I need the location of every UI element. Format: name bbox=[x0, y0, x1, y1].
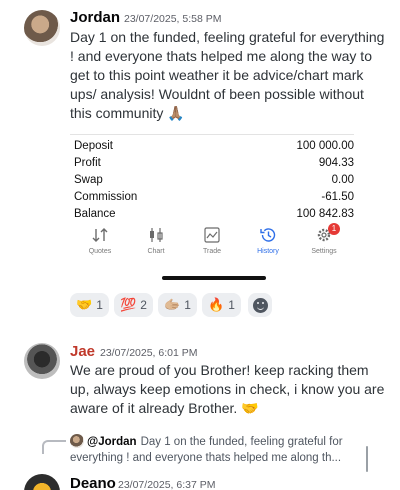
tab-chart: Chart bbox=[128, 226, 184, 255]
author-name[interactable]: Jordan bbox=[70, 9, 120, 26]
avatar[interactable] bbox=[24, 343, 60, 379]
scrollbar-thumb[interactable] bbox=[366, 446, 368, 472]
tab-label: Trade bbox=[202, 248, 222, 255]
reply-mention[interactable]: @Jordan bbox=[87, 436, 137, 448]
row-label: Balance bbox=[74, 208, 116, 220]
notification-badge: 1 bbox=[328, 223, 340, 235]
row-value: 904.33 bbox=[318, 157, 354, 169]
trade-chart-icon bbox=[204, 227, 220, 243]
reply-connector bbox=[42, 440, 66, 454]
handshake-emoji: 🤝 bbox=[76, 297, 93, 312]
divider bbox=[70, 134, 354, 135]
row-label: Commission bbox=[74, 191, 138, 203]
avatar[interactable] bbox=[24, 474, 60, 490]
image-attachment[interactable]: Deposit 100 000.00 Profit 904.33 Swap 0.… bbox=[70, 126, 354, 288]
row-value: -61.50 bbox=[321, 191, 354, 203]
fire-emoji: 🔥 bbox=[208, 297, 225, 312]
summary-row: Deposit 100 000.00 bbox=[74, 140, 354, 157]
tab-settings: 1 Settings bbox=[296, 223, 352, 255]
timestamp: 23/07/2025, 6:01 PM bbox=[100, 347, 198, 359]
row-label: Deposit bbox=[74, 140, 113, 152]
tab-trade: Trade bbox=[184, 226, 240, 255]
tab-label: Quotes bbox=[88, 248, 112, 255]
reaction-count: 1 bbox=[184, 298, 191, 312]
reply-preview[interactable]: @Jordan Day 1 on the funded, feeling grat… bbox=[70, 434, 370, 466]
tab-label: History bbox=[257, 248, 279, 255]
row-value: 100 842.83 bbox=[296, 208, 354, 220]
reaction-handshake[interactable]: 🤝 1 bbox=[70, 293, 109, 317]
reaction-hand[interactable]: 🫱🏼 1 bbox=[158, 293, 197, 317]
row-label: Profit bbox=[74, 157, 101, 169]
reaction-hundred[interactable]: 💯 2 bbox=[114, 293, 153, 317]
reaction-count: 2 bbox=[140, 298, 147, 312]
timestamp: 23/07/2025, 5:58 PM bbox=[124, 13, 222, 25]
quotes-icon bbox=[92, 228, 108, 242]
reaction-count: 1 bbox=[96, 298, 103, 312]
summary-row: Swap 0.00 bbox=[74, 174, 354, 191]
row-value: 100 000.00 bbox=[296, 140, 354, 152]
home-indicator bbox=[162, 276, 266, 280]
history-clock-icon bbox=[260, 228, 276, 242]
message-text: Day 1 on the funded, feeling grateful fo… bbox=[70, 29, 385, 121]
row-label: Swap bbox=[74, 174, 103, 186]
reaction-fire[interactable]: 🔥 1 bbox=[202, 293, 241, 317]
app-tab-bar: Quotes Chart Trade History 1 Settings bbox=[70, 223, 354, 266]
cropped-header-row bbox=[70, 126, 354, 130]
add-reaction-button[interactable] bbox=[248, 293, 272, 317]
tab-label: Settings bbox=[311, 248, 337, 255]
row-value: 0.00 bbox=[331, 174, 354, 186]
reaction-count: 1 bbox=[228, 298, 235, 312]
hundred-points-emoji: 💯 bbox=[120, 297, 137, 312]
tab-history: History bbox=[240, 226, 296, 255]
tab-label: Chart bbox=[147, 248, 165, 255]
summary-row: Balance 100 842.83 bbox=[74, 208, 354, 225]
author-name[interactable]: Jae bbox=[70, 343, 95, 360]
reply-avatar bbox=[70, 434, 84, 448]
candlestick-icon bbox=[150, 228, 163, 242]
message-text: We are proud of you Brother! keep rackin… bbox=[70, 362, 385, 416]
summary-row: Commission -61.50 bbox=[74, 191, 354, 208]
author-name[interactable]: Deano bbox=[70, 475, 116, 490]
tab-quotes: Quotes bbox=[72, 226, 128, 255]
summary-row: Profit 904.33 bbox=[74, 157, 354, 174]
add-reaction-icon bbox=[252, 297, 268, 313]
rightward-hand-emoji: 🫱🏼 bbox=[164, 297, 181, 312]
timestamp: 23/07/2025, 6:37 PM bbox=[118, 479, 216, 490]
avatar[interactable] bbox=[24, 10, 60, 46]
